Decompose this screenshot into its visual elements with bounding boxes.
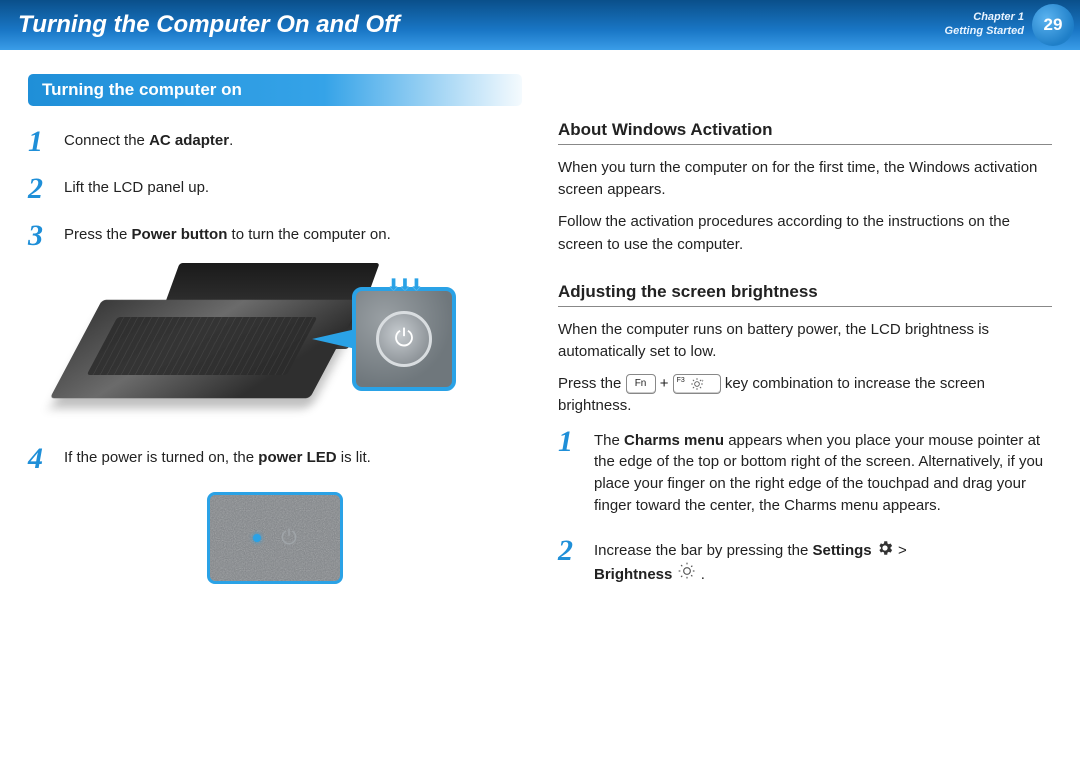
chapter-info: Chapter 1 Getting Started	[945, 11, 1024, 39]
page-number-badge: 29	[1032, 4, 1074, 46]
step-number: 1	[28, 128, 50, 155]
text-bold: Power button	[132, 226, 228, 243]
paragraph: Follow the activation procedures accordi…	[558, 211, 1052, 255]
svg-text:+: +	[701, 378, 704, 383]
step-text: Connect the AC adapter.	[64, 128, 233, 152]
step-3: 3 Press the Power button to turn the com…	[28, 222, 522, 249]
text-bold: Charms menu	[624, 432, 724, 449]
text: .	[229, 132, 233, 149]
text: is lit.	[337, 449, 371, 466]
step-1: 1 Connect the AC adapter.	[28, 128, 522, 155]
text-bold: Brightness	[594, 566, 672, 583]
text: Press the	[64, 226, 132, 243]
page-title: Turning the Computer On and Off	[18, 11, 400, 39]
section-heading-turning-on: Turning the computer on	[28, 74, 522, 106]
divider	[558, 144, 1052, 145]
text: Increase the bar by pressing the	[594, 542, 812, 559]
text: If the power is turned on, the	[64, 449, 258, 466]
text: Connect the	[64, 132, 149, 149]
left-column: Turning the computer on 1 Connect the AC…	[28, 74, 522, 606]
power-led-illustration: ⏻	[207, 492, 343, 584]
text: to turn the computer on.	[227, 226, 390, 243]
key-label: F3	[677, 376, 685, 386]
step-number: 4	[28, 445, 50, 472]
text: Press the	[558, 375, 626, 392]
paragraph: When you turn the computer on for the fi…	[558, 157, 1052, 201]
step-text: Increase the bar by pressing the Setting…	[594, 537, 907, 587]
chapter-number: Chapter 1	[945, 11, 1024, 25]
led-dot-icon	[253, 534, 261, 542]
step-text: The Charms menu appears when you place y…	[594, 428, 1052, 517]
callout-pointer	[312, 329, 356, 349]
f3-brightness-key-icon: F3 +	[673, 374, 721, 394]
step-2: 2 Lift the LCD panel up.	[28, 175, 522, 202]
fn-key-icon: Fn	[626, 374, 656, 394]
brightness-step-1: 1 The Charms menu appears when you place…	[558, 428, 1052, 517]
brightness-sun-icon	[677, 561, 697, 581]
header-right: Chapter 1 Getting Started 29	[945, 4, 1080, 46]
power-button-callout: ⬇⬇⬇ ⏻	[352, 287, 456, 391]
power-button-icon: ⏻	[376, 311, 432, 367]
step-text: Press the Power button to turn the compu…	[64, 222, 391, 246]
power-symbol-icon: ⏻	[281, 527, 297, 550]
text: The	[594, 432, 624, 449]
settings-gear-icon	[876, 539, 894, 557]
step-number: 2	[558, 537, 580, 564]
step-number: 3	[28, 222, 50, 249]
laptop-keyboard-shape	[87, 317, 318, 375]
chapter-name: Getting Started	[945, 25, 1024, 39]
brightness-up-icon: +	[690, 377, 704, 391]
divider	[558, 306, 1052, 307]
step-text: Lift the LCD panel up.	[64, 175, 209, 199]
paragraph-key-combo: Press the Fn + F3 + key combination to i…	[558, 373, 1052, 417]
step-4: 4 If the power is turned on, the power L…	[28, 445, 522, 472]
step-number: 2	[28, 175, 50, 202]
text-bold: AC adapter	[149, 132, 229, 149]
subheading-brightness: Adjusting the screen brightness	[558, 282, 1052, 302]
text-bold: Settings	[812, 542, 871, 559]
press-arrows-icon: ⬇⬇⬇	[387, 275, 421, 295]
right-column: About Windows Activation When you turn t…	[558, 74, 1052, 606]
brightness-step-2: 2 Increase the bar by pressing the Setti…	[558, 537, 1052, 587]
step-text: If the power is turned on, the power LED…	[64, 445, 371, 469]
page-header: Turning the Computer On and Off Chapter …	[0, 0, 1080, 50]
paragraph: When the computer runs on battery power,…	[558, 319, 1052, 363]
subheading-activation: About Windows Activation	[558, 120, 1052, 140]
step-number: 1	[558, 428, 580, 455]
text: .	[701, 566, 705, 583]
content-area: Turning the computer on 1 Connect the AC…	[0, 50, 1080, 616]
text: +	[660, 375, 673, 392]
text-bold: power LED	[258, 449, 336, 466]
laptop-illustration: ⬇⬇⬇ ⏻	[76, 269, 456, 429]
text: >	[898, 542, 907, 559]
